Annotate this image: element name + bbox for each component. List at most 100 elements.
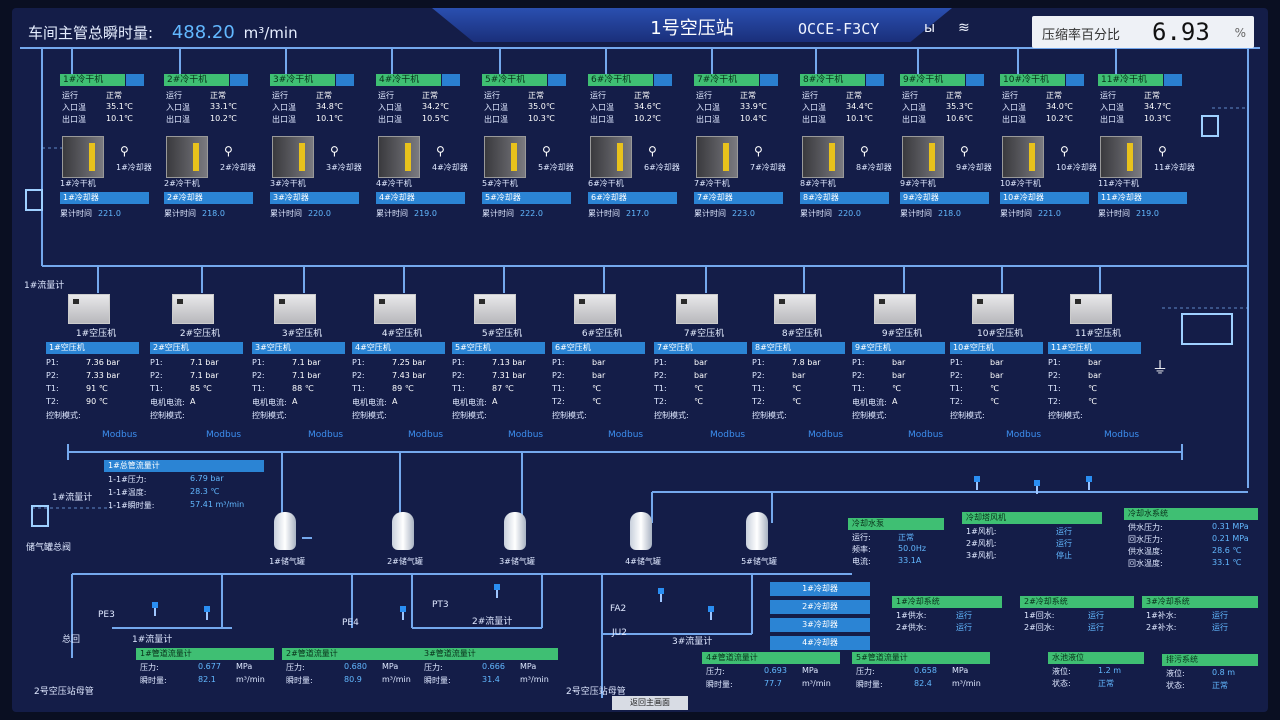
compressor-reading: T1: ℃: [852, 384, 901, 393]
compressor-cabinet-icon[interactable]: [1070, 294, 1112, 324]
dryer-cabinet-icon[interactable]: [1002, 136, 1044, 178]
compressor-unit[interactable]: 3#空压机 3#空压机 P1: 7.1 bar P2: 7.1 bar T1: 88 ℃ 电机电…: [252, 294, 348, 440]
dryer-cabinet-icon[interactable]: [590, 136, 632, 178]
cooling-reading: 2#补水: 运行: [1146, 623, 1228, 632]
compressor-reading: T1: ℃: [752, 384, 801, 393]
dryer-title: 2#冷干机: [164, 74, 229, 86]
compressor-reading: 电机电流: A: [150, 397, 196, 407]
compressor-unit[interactable]: 1#空压机 1#空压机 P1: 7.36 bar P2: 7.33 bar T1: 91 ℃ T…: [46, 294, 142, 440]
compressor-cabinet-icon[interactable]: [274, 294, 316, 324]
compressor-unit[interactable]: 2#空压机 2#空压机 P1: 7.1 bar P2: 7.1 bar T1: 85 ℃ 电机电…: [150, 294, 246, 440]
compressor-cabinet-icon[interactable]: [874, 294, 916, 324]
cooler-status-button[interactable]: 2#冷却器: [770, 600, 870, 614]
dryer-row-item: 出口温 10.2℃: [1002, 114, 1073, 124]
cooler-label: 7#冷却器: [750, 163, 786, 172]
compressor-header: 6#空压机: [552, 342, 645, 354]
compressor-cabinet-icon[interactable]: [574, 294, 616, 324]
cooling-panel: 水池液位 液位: 1.2 m 状态: 正常: [1048, 652, 1144, 688]
dryer-cabinet-icon[interactable]: [1100, 136, 1142, 178]
compressor-unit[interactable]: 4#空压机 4#空压机 P1: 7.25 bar P2: 7.43 bar T1: 89 ℃ 电…: [352, 294, 448, 440]
cooler-status-button[interactable]: 1#冷却器: [770, 582, 870, 596]
cooler-status-bar[interactable]: 4#冷却器: [376, 192, 465, 204]
cooler-status-bar[interactable]: 3#冷却器: [270, 192, 359, 204]
dryer-unit[interactable]: 8#冷干机 运行 正常 入口温 34.4℃ 出口温 10.1℃ ⚲ 8#冷却器 8#冷干机 8#冷却…: [800, 74, 892, 254]
dryer-row-item: 运行 正常: [696, 91, 756, 100]
compressor-cabinet-icon[interactable]: [68, 294, 110, 324]
dryer-cabinet-icon[interactable]: [272, 136, 314, 178]
compressor-unit[interactable]: 5#空压机 5#空压机 P1: 7.13 bar P2: 7.31 bar T1: 87 ℃ 电…: [452, 294, 548, 440]
dryer-unit[interactable]: 4#冷干机 运行 正常 入口温 34.2℃ 出口温 10.5℃ ⚲ 4#冷却器 4#冷干机 4#冷却…: [376, 74, 468, 254]
dryer-unit[interactable]: 5#冷干机 运行 正常 入口温 35.0℃ 出口温 10.3℃ ⚲ 5#冷却器 5#冷干机 5#冷却…: [482, 74, 574, 254]
cooling-reading: 回水压力: 0.21 MPa: [1128, 534, 1249, 544]
compressor-reading: T2: ℃: [752, 397, 801, 406]
compressor-unit[interactable]: 10#空压机 10#空压机 P1: bar P2: bar T1: ℃ T2: ℃ 控制模式: Mod…: [950, 294, 1046, 440]
air-tank[interactable]: 4#储气罐: [608, 512, 678, 572]
cooler-status-bar[interactable]: 1#冷却器: [60, 192, 149, 204]
cooler-status-bar[interactable]: 7#冷却器: [694, 192, 783, 204]
compressor-reading: T1: ℃: [552, 384, 601, 393]
cooler-status-bar[interactable]: 10#冷却器: [1000, 192, 1089, 204]
pipe-meter-reading: 压力: 0.666 MPa: [424, 662, 537, 672]
cooler-status-bar[interactable]: 11#冷却器: [1098, 192, 1187, 204]
compressor-unit[interactable]: 7#空压机 7#空压机 P1: bar P2: bar T1: ℃ T2: ℃ 控制模式: Modbu…: [654, 294, 750, 440]
compressor-reading: P1: 7.13 bar: [452, 358, 526, 367]
dryer-title-tag: [230, 74, 248, 86]
compressor-cabinet-icon[interactable]: [374, 294, 416, 324]
air-tank[interactable]: 2#储气罐: [370, 512, 440, 572]
compressor-header: 5#空压机: [452, 342, 545, 354]
cooler-status-bar[interactable]: 6#冷却器: [588, 192, 677, 204]
compressor-unit[interactable]: 9#空压机 9#空压机 P1: bar P2: bar T1: ℃ 电机电流: A 控制模式: Mod…: [852, 294, 948, 440]
dryer-cabinet-icon[interactable]: [166, 136, 208, 178]
compressor-cabinet-icon[interactable]: [474, 294, 516, 324]
compressor-name: 7#空压机: [683, 329, 725, 339]
dryer-name: 10#冷干机: [1000, 179, 1041, 188]
compressor-cabinet-icon[interactable]: [172, 294, 214, 324]
protocol-label: Modbus: [102, 430, 138, 440]
cooler-status-bar[interactable]: 8#冷却器: [800, 192, 889, 204]
cooling-reading: 状态: 正常: [1052, 679, 1114, 688]
air-tank[interactable]: 5#储气罐: [724, 512, 794, 572]
compressor-cabinet-icon[interactable]: [972, 294, 1014, 324]
cooling-reading: 1#风机: 运行: [966, 527, 1072, 536]
dryer-cabinet-icon[interactable]: [802, 136, 844, 178]
cooler-status-bar[interactable]: 2#冷却器: [164, 192, 253, 204]
dryer-row-item: 运行 正常: [802, 91, 862, 100]
dryer-unit[interactable]: 7#冷干机 运行 正常 入口温 33.9℃ 出口温 10.4℃ ⚲ 7#冷却器 7#冷干机 7#冷却…: [694, 74, 786, 254]
compressor-reading: T1: 91 ℃: [46, 384, 108, 393]
plug-icon: ⏚: [1152, 358, 1169, 377]
dryer-cabinet-icon[interactable]: [62, 136, 104, 178]
compressor-unit[interactable]: 8#空压机 8#空压机 P1: 7.8 bar P2: bar T1: ℃ T2: ℃ 控制模式: M…: [752, 294, 848, 440]
dryer-row-item: 入口温 34.0℃: [1002, 102, 1073, 112]
protocol-label: Modbus: [308, 430, 344, 440]
air-tank[interactable]: 1#储气罐: [252, 512, 322, 572]
compressor-reading: 控制模式:: [950, 411, 985, 420]
dryer-cabinet-icon[interactable]: [696, 136, 738, 178]
pipe-meter-title: 2#管道流量计: [282, 648, 420, 660]
cooler-status-button[interactable]: 4#冷却器: [770, 636, 870, 650]
pipe-meter-reading: 压力: 0.693 MPa: [706, 666, 819, 676]
compressor-reading: P2: 7.1 bar: [150, 371, 219, 380]
dryer-unit[interactable]: 3#冷干机 运行 正常 入口温 34.8℃ 出口温 10.1℃ ⚲ 3#冷却器 3#冷干机 3#冷却…: [270, 74, 362, 254]
compressor-name: 10#空压机: [977, 329, 1023, 339]
compressor-unit[interactable]: 6#空压机 6#空压机 P1: bar P2: bar T1: ℃ T2: ℃ 控制模式: Modbu…: [552, 294, 648, 440]
air-tank[interactable]: 3#储气罐: [482, 512, 552, 572]
cooler-status-bar[interactable]: 5#冷却器: [482, 192, 571, 204]
dryer-row-item: 出口温 10.2℃: [166, 114, 237, 124]
dryer-unit[interactable]: 6#冷干机 运行 正常 入口温 34.6℃ 出口温 10.2℃ ⚲ 6#冷却器 6#冷干机 6#冷却…: [588, 74, 680, 254]
compressor-cabinet-icon[interactable]: [774, 294, 816, 324]
dryer-unit[interactable]: 9#冷干机 运行 正常 入口温 35.3℃ 出口温 10.6℃ ⚲ 9#冷却器 9#冷干机 9#冷却…: [900, 74, 992, 254]
dryer-unit[interactable]: 11#冷干机 运行 正常 入口温 34.7℃ 出口温 10.3℃ ⚲ 11#冷却器 11#冷干机 1…: [1098, 74, 1195, 254]
dryer-row-item: 入口温 33.9℃: [696, 102, 767, 112]
dryer-cabinet-icon[interactable]: [378, 136, 420, 178]
dryer-unit[interactable]: 2#冷干机 运行 正常 入口温 33.1℃ 出口温 10.2℃ ⚲ 2#冷却器 2#冷干机 2#冷却…: [164, 74, 256, 254]
cooler-status-button[interactable]: 3#冷却器: [770, 618, 870, 632]
back-to-main-button[interactable]: 返回主画面: [612, 696, 688, 710]
cooler-status-bar[interactable]: 9#冷却器: [900, 192, 989, 204]
dryer-cabinet-icon[interactable]: [902, 136, 944, 178]
compressor-unit[interactable]: 11#空压机 11#空压机 P1: bar P2: bar T1: ℃ T2: ℃ 控制模式: Mod…: [1048, 294, 1144, 440]
dryer-unit[interactable]: 1#冷干机 运行 正常 入口温 35.1℃ 出口温 10.1℃ ⚲ 1#冷却器 1#冷干机 1#冷却…: [60, 74, 152, 254]
runtime-row: 累计时间 217.0: [588, 209, 649, 218]
dryer-cabinet-icon[interactable]: [484, 136, 526, 178]
compressor-cabinet-icon[interactable]: [676, 294, 718, 324]
dryer-unit[interactable]: 10#冷干机 运行 正常 入口温 34.0℃ 出口温 10.2℃ ⚲ 10#冷却器 10#冷干机 1…: [1000, 74, 1097, 254]
